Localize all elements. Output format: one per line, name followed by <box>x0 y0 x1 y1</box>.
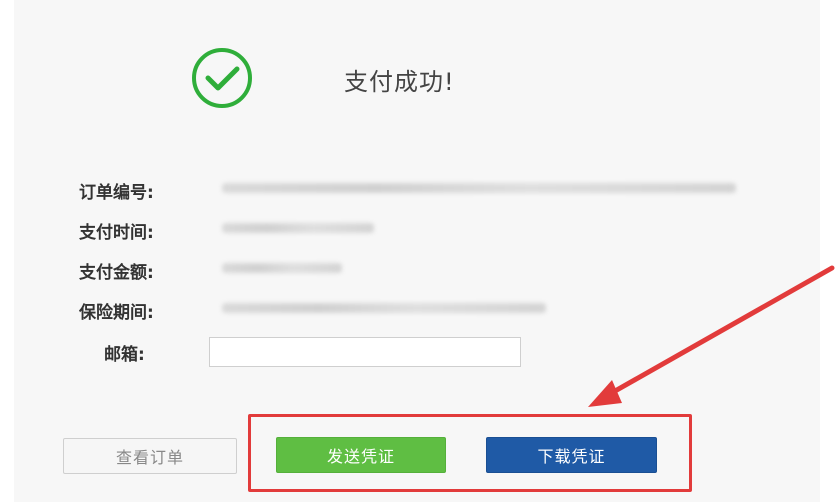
payment-amount-value-redacted <box>222 263 342 273</box>
order-number-value-redacted <box>222 183 736 193</box>
payment-amount-label: 支付金额: <box>79 263 154 283</box>
order-number-label: 订单编号: <box>79 183 154 203</box>
success-header: 支付成功! <box>190 46 520 110</box>
email-input[interactable] <box>209 337 521 367</box>
payment-time-value-redacted <box>222 223 374 233</box>
payment-amount-row: 支付金额: <box>0 258 806 288</box>
payment-time-row: 支付时间: <box>0 218 806 248</box>
success-message: 支付成功! <box>344 68 455 96</box>
highlight-box <box>248 414 692 492</box>
insurance-period-label: 保险期间: <box>79 303 154 323</box>
payment-time-label: 支付时间: <box>79 223 154 243</box>
insurance-period-value-redacted <box>222 303 546 313</box>
insurance-period-row: 保险期间: <box>0 298 806 328</box>
view-order-button[interactable]: 查看订单 <box>63 438 237 474</box>
order-number-row: 订单编号: <box>0 178 806 208</box>
check-circle-icon <box>192 48 252 108</box>
email-label: 邮箱: <box>104 345 145 365</box>
